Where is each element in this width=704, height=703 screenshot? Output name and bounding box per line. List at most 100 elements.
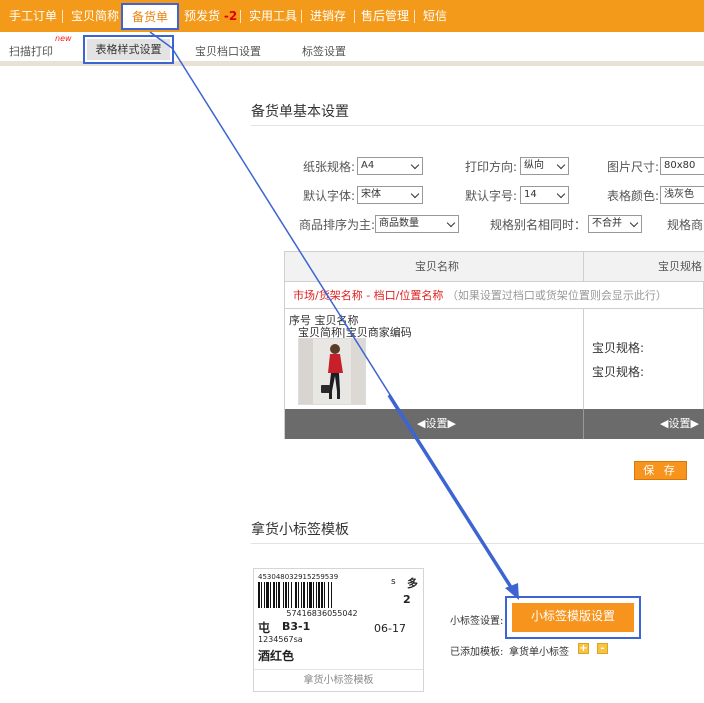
col-product-name: 宝贝名称 [415, 260, 459, 273]
settings-label: 设置 [668, 417, 691, 430]
font-value: 宋体 [361, 189, 381, 200]
tab-table-style-label: 表格样式设置 [87, 39, 170, 60]
table-color-value: 浅灰色 [664, 189, 694, 200]
font-size-select[interactable]: 14 [520, 186, 569, 204]
nav-separator [354, 10, 355, 23]
tag-template-title: 拿货小标签模板 [251, 522, 349, 538]
nav-presale[interactable]: 预发货 -2 [184, 0, 237, 32]
nav-after-sales[interactable]: 售后管理 [361, 0, 409, 32]
nav-separator [414, 10, 415, 23]
market-note: （如果设置过档口或货架位置则会显示此行） [446, 289, 667, 302]
nav-separator [62, 10, 63, 23]
direction-value: 纵向 [524, 160, 544, 171]
market-row: 市场/货架名称 - 档口/位置名称 （如果设置过档口或货架位置则会显示此行） [285, 283, 704, 309]
column-divider [583, 409, 584, 439]
sort-label: 商品排序为主: [299, 218, 376, 232]
tab-scan-print[interactable]: 扫描打印 [9, 43, 53, 59]
nav-sms[interactable]: new短信 [423, 0, 447, 32]
multi-text: 多 [407, 577, 418, 590]
added-template-name: 拿货单小标签 [509, 647, 569, 658]
alias-label: 规格别名相同时： [490, 218, 587, 232]
chevron-down-icon [410, 160, 420, 170]
save-button[interactable]: 保 存 [634, 461, 687, 480]
new-badge: new [55, 34, 72, 43]
added-template-label: 已添加模板: [450, 647, 504, 658]
col-product-spec: 宝贝规格 [658, 260, 702, 273]
barcode-bottom-number: 57416836055042 [286, 609, 358, 618]
spec-text-1: 宝贝规格: [592, 341, 645, 355]
page: 手工订单 宝贝简称 备货单 预发货 -2 实用工具 new进销存 售后管理 ne… [0, 0, 704, 703]
settings-button-right[interactable]: ◀设置▶ [660, 409, 699, 439]
settings-label: 设置 [425, 417, 448, 430]
nav-product-short-name[interactable]: 宝贝简称 [71, 0, 119, 32]
sub-nav: new 扫描打印 表格样式设置 宝贝档口设置 标签设置 [0, 32, 704, 66]
image-size-select[interactable]: 80x80 [660, 157, 704, 175]
card-caption: 拿货小标签模板 [254, 669, 423, 691]
chevron-down-icon [556, 160, 566, 170]
divider [251, 543, 704, 544]
nav-stock-list[interactable]: 备货单 [121, 3, 180, 30]
nav-tools[interactable]: 实用工具 [249, 0, 297, 32]
divider [251, 125, 704, 126]
nav-manual-order[interactable]: 手工订单 [9, 0, 57, 32]
market-name: 市场/货架名称 - 档口/位置名称 [293, 289, 444, 302]
product-photo [298, 338, 366, 405]
date-text: 06-17 [374, 622, 406, 635]
tab-stall-settings[interactable]: 宝贝档口设置 [195, 43, 261, 59]
chevron-down-icon [446, 218, 456, 228]
alias-select[interactable]: 不合并 [588, 215, 642, 233]
font-size-label: 默认字号: [465, 189, 518, 203]
plus-icon[interactable]: + [578, 643, 589, 654]
barcode-icon [258, 582, 332, 608]
tab-tag-settings[interactable]: 标签设置 [302, 43, 346, 59]
nav-inventory-label: 进销存 [310, 9, 347, 23]
direction-label: 打印方向: [465, 160, 518, 174]
font-select[interactable]: 宋体 [357, 186, 423, 204]
image-size-label: 图片尺寸: [607, 160, 660, 174]
chevron-down-icon [629, 218, 639, 228]
tab-table-style[interactable]: 表格样式设置 [83, 35, 174, 64]
image-size-value: 80x80 [664, 160, 696, 171]
column-divider [583, 309, 584, 409]
product-code: 1234567sa [258, 635, 303, 644]
paper-value: A4 [361, 160, 375, 171]
table-color-select[interactable]: 浅灰色 [660, 186, 704, 204]
settings-button-left[interactable]: ◀设置▶ [417, 409, 456, 439]
nav-presale-label: 预发货 [184, 9, 221, 23]
nav-inventory[interactable]: new进销存 [310, 0, 346, 32]
alias-value: 不合并 [592, 218, 622, 229]
nav-sms-label: 短信 [423, 9, 448, 23]
size-letter: s [391, 577, 396, 587]
direction-select[interactable]: 纵向 [520, 157, 569, 175]
tag-template-settings-button[interactable]: 小标签模版设置 [512, 603, 634, 632]
tag-setting-label: 小标签设置: [450, 616, 504, 627]
basic-settings-title: 备货单基本设置 [251, 104, 349, 120]
chevron-down-icon [556, 189, 566, 199]
barcode-top-number: 453048032915259539 [258, 573, 339, 581]
spec-label-cut: 规格商 [667, 218, 704, 232]
top-nav: 手工订单 宝贝简称 备货单 预发货 -2 实用工具 new进销存 售后管理 ne… [0, 0, 704, 32]
font-label: 默认字体: [303, 189, 356, 203]
tag-template-button-highlight: 小标签模版设置 [505, 596, 641, 639]
nav-separator [301, 10, 302, 23]
column-divider [583, 252, 584, 282]
presale-count: -2 [223, 9, 238, 23]
chevron-down-icon [410, 189, 420, 199]
paper-select[interactable]: A4 [357, 157, 423, 175]
qty-text: 2 [403, 593, 411, 606]
location-a: 屯 [258, 621, 271, 635]
spec-text-2: 宝贝规格: [592, 365, 645, 379]
sort-value: 商品数量 [379, 218, 419, 229]
tag-template-card[interactable]: 453048032915259539 57416836055042 s 多 2 … [253, 568, 424, 692]
paper-label: 纸张规格: [303, 160, 356, 174]
color-name: 酒红色 [258, 649, 295, 663]
woman-photo-icon [299, 339, 365, 404]
minus-icon[interactable]: - [597, 643, 608, 654]
font-size-value: 14 [524, 189, 537, 200]
preview-header: 宝贝名称 宝贝规格 [285, 252, 704, 282]
settings-bar: ◀设置▶ ◀设置▶ [285, 409, 704, 439]
nav-separator [240, 10, 241, 23]
location-b: B3-1 [282, 620, 311, 633]
sort-select[interactable]: 商品数量 [375, 215, 459, 233]
table-color-label: 表格颜色: [607, 189, 660, 203]
